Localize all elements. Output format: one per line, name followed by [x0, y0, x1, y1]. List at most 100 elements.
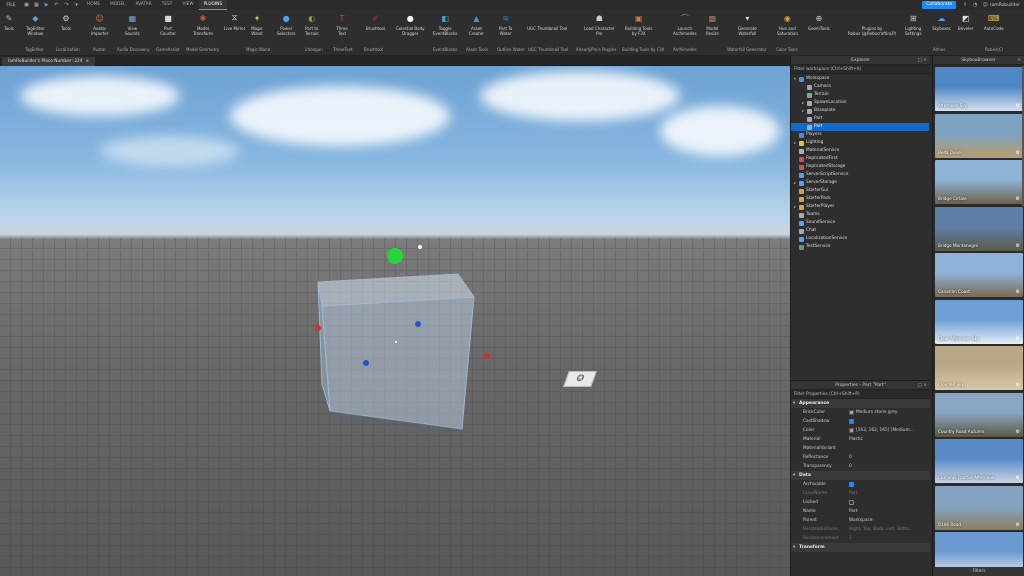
tree-item-replicatedstorage[interactable]: ReplicatedStorage	[791, 163, 929, 171]
skybox-item-clear-afternoon-sky[interactable]: Clear Afternoon Sky ⚙	[935, 299, 1023, 344]
ribbon-tool-part-to-water[interactable]: ≋ Part To Water	[499, 12, 512, 37]
property-reflectance[interactable]: Reflectance 0	[791, 453, 930, 462]
ribbon-tool-model-transform[interactable]: ✱ Model Transform	[193, 12, 213, 37]
property-name[interactable]: Name Part	[791, 507, 930, 516]
bell-icon[interactable]: ◔	[970, 2, 980, 8]
property-transparency[interactable]: Transparency 0	[791, 462, 930, 471]
selected-part[interactable]	[0, 66, 790, 576]
tab-view[interactable]: VIEW	[177, 0, 198, 10]
property-resizeincrement[interactable]: ResizeIncrement 1	[791, 534, 930, 543]
move-handle-x-icon[interactable]	[484, 353, 490, 359]
tab-avatar[interactable]: AVATAR	[131, 0, 157, 10]
gear-icon[interactable]: ⚙	[1016, 150, 1020, 156]
checkbox[interactable]	[849, 419, 854, 424]
ribbon-tool-celestial-body-dragger[interactable]: ● Celestial Body Dragger	[396, 12, 425, 37]
ribbon-tool-avatar-importer[interactable]: ☺ Avatar Importer	[91, 12, 108, 37]
tree-item-workspace[interactable]: ▾ Workspace	[791, 75, 929, 83]
tree-item-serverscriptservice[interactable]: ServerScriptService	[791, 171, 929, 179]
spawn-location-icon[interactable]: ✪	[563, 371, 597, 387]
tab-plugins[interactable]: PLUGINS	[198, 0, 228, 10]
property-materialvariant[interactable]: MaterialVariant	[791, 444, 930, 453]
tree-item-replicatedfirst[interactable]: ReplicatedFirst	[791, 155, 929, 163]
skybox-item-d106-road[interactable]: D106 Road ⚙	[935, 485, 1023, 530]
property-resizeablefaces[interactable]: ResizeableFaces Right, Top, Back, Left, B…	[791, 525, 930, 534]
skybox-item-bridge-cirtale[interactable]: Bridge Cirtale ⚙	[935, 160, 1023, 204]
ribbon-tool-autocode[interactable]: ⌨ AutoCode	[984, 12, 1004, 32]
tab-home[interactable]: HOME	[82, 0, 105, 10]
tree-item-baseplate[interactable]: ▸ Baseplate	[791, 107, 929, 115]
property-archivable[interactable]: Archivable	[791, 480, 930, 489]
gear-icon[interactable]: ⚙	[1016, 289, 1020, 295]
handle-dot-icon[interactable]	[418, 245, 422, 249]
ribbon-tool-power-selectors[interactable]: ● Power Selectors	[277, 12, 296, 37]
tree-item-chat[interactable]: Chat	[791, 227, 929, 235]
tab-model[interactable]: MODEL	[105, 0, 131, 10]
move-handle-x-icon[interactable]	[315, 325, 321, 331]
property-castshadow[interactable]: CastShadow	[791, 417, 930, 426]
ribbon-tool-generate-waterfall[interactable]: ▾ Generate Waterfall	[738, 12, 757, 37]
redo-icon[interactable]: ↷	[62, 2, 71, 9]
skybox-item-cumulus-fractus-afternoon[interactable]: Cumulus Fractus Afternoon ⚙	[935, 439, 1023, 483]
ribbon-tool-model-resize[interactable]: ▩ Model Resize	[706, 12, 719, 37]
checkbox[interactable]	[849, 482, 854, 487]
property-value[interactable]: 0	[849, 455, 930, 460]
property-color[interactable]: Color [163, 162, 165] [Medium...	[791, 426, 930, 435]
ribbon-tool-plugins-by-robus-robocraftinlp[interactable]: Plugins by Robus (@RobocraftinLP)	[848, 12, 896, 36]
property-value[interactable]: Workspace	[849, 518, 930, 523]
username[interactable]: IamRobuilder	[990, 3, 1020, 8]
close-icon[interactable]: ×	[85, 57, 89, 66]
ribbon-tool-part-to-terrain[interactable]: ◐ Part to Terrain	[305, 12, 319, 37]
tree-item-teams[interactable]: Teams	[791, 211, 929, 219]
close-icon[interactable]: □ ×	[918, 381, 927, 390]
ribbon-tool-asset-creator[interactable]: ▲ Asset Creator	[469, 12, 484, 37]
skybox-item-clouded-sky[interactable]: Clouded Sky ⚙	[935, 346, 1023, 390]
ribbon-tool-tageditor-window[interactable]: ◆ TagEditor Window	[26, 12, 45, 37]
ribbon-tool-load-character-pro[interactable]: ☗ Load Character Pro	[584, 12, 615, 37]
gear-icon[interactable]: ⚙	[1016, 475, 1020, 481]
skybox-item-bridge-montenegro[interactable]: Bridge Montenegro ⚙	[935, 206, 1023, 251]
gear-icon[interactable]: ⚙	[1016, 336, 1020, 342]
move-handle-z-icon[interactable]	[363, 360, 369, 366]
collaborate-button[interactable]: Collaborate	[922, 1, 957, 9]
ribbon-tool-three-text[interactable]: T Three Text	[336, 12, 348, 37]
tree-item-lighting[interactable]: ▸ Lighting	[791, 139, 929, 147]
property-value[interactable]	[849, 419, 930, 424]
close-icon[interactable]: □ ×	[918, 56, 927, 65]
ribbon-tool-ugc-thumbnail-tool[interactable]: UGC Thumbnail Tool	[527, 12, 567, 31]
tree-item-testservice[interactable]: TestService	[791, 243, 929, 251]
file-menu[interactable]: FILE	[0, 3, 22, 8]
dropdown-icon[interactable]: ▾	[72, 2, 81, 9]
tree-item-spawnlocation[interactable]: ▸ SpawnLocation	[791, 99, 929, 107]
ribbon-tool-view-sounds[interactable]: ▦ View Sounds	[125, 12, 140, 37]
ribbon-tool-brushtool[interactable]: ✐ Brushtool	[366, 12, 385, 32]
property-value[interactable]: 1	[849, 536, 930, 541]
property-value[interactable]	[849, 500, 930, 505]
tree-item-part[interactable]: Part	[791, 115, 929, 123]
close-icon[interactable]: ×	[1017, 56, 1021, 65]
property-value[interactable]: Part	[849, 491, 930, 496]
property-value[interactable]: Medium stone grey	[849, 410, 930, 415]
ribbon-tool-part-counter[interactable]: ■ Part Counter	[160, 12, 176, 37]
property-value[interactable]: Part	[849, 509, 930, 514]
properties-filter-input[interactable]: Filter Properties (Ctrl+Shift+P)	[791, 390, 930, 399]
ribbon-tool-tools[interactable]: ⚙ Tools	[60, 12, 72, 32]
tree-item-players[interactable]: Players	[791, 131, 929, 139]
tree-item-terrain[interactable]: Terrain	[791, 91, 929, 99]
tree-item-localizationservice[interactable]: LocalizationService	[791, 235, 929, 243]
tree-item-soundservice[interactable]: SoundService	[791, 219, 929, 227]
tree-item-starterpack[interactable]: StarterPack	[791, 195, 929, 203]
tab-test[interactable]: TEST	[157, 0, 178, 10]
skybox-item-canarian-coast[interactable]: Canarian Coast ⚙	[935, 253, 1023, 297]
gear-icon[interactable]: ⚙	[1016, 522, 1020, 528]
property-brickcolor[interactable]: BrickColor Medium stone grey	[791, 408, 930, 417]
tree-item-camera[interactable]: Camera	[791, 83, 929, 91]
ribbon-tool-live-mirror[interactable]: ⧖ Live Mirror	[224, 12, 245, 31]
user-icon[interactable]: ☺	[980, 2, 990, 8]
tree-item-part[interactable]: Part	[791, 123, 929, 131]
gear-icon[interactable]: ⚙	[1016, 382, 1020, 388]
tree-item-serverstorage[interactable]: ▸ ServerStorage	[791, 179, 929, 187]
ribbon-tool-lighting-settings[interactable]: ⊞ Lighting Settings	[905, 12, 921, 37]
property-value[interactable]: Plastic	[849, 437, 930, 442]
explorer-filter-input[interactable]: Filter workspace (Ctrl+Shift+X)	[791, 65, 930, 74]
gear-icon[interactable]: ⚙	[1016, 429, 1020, 435]
